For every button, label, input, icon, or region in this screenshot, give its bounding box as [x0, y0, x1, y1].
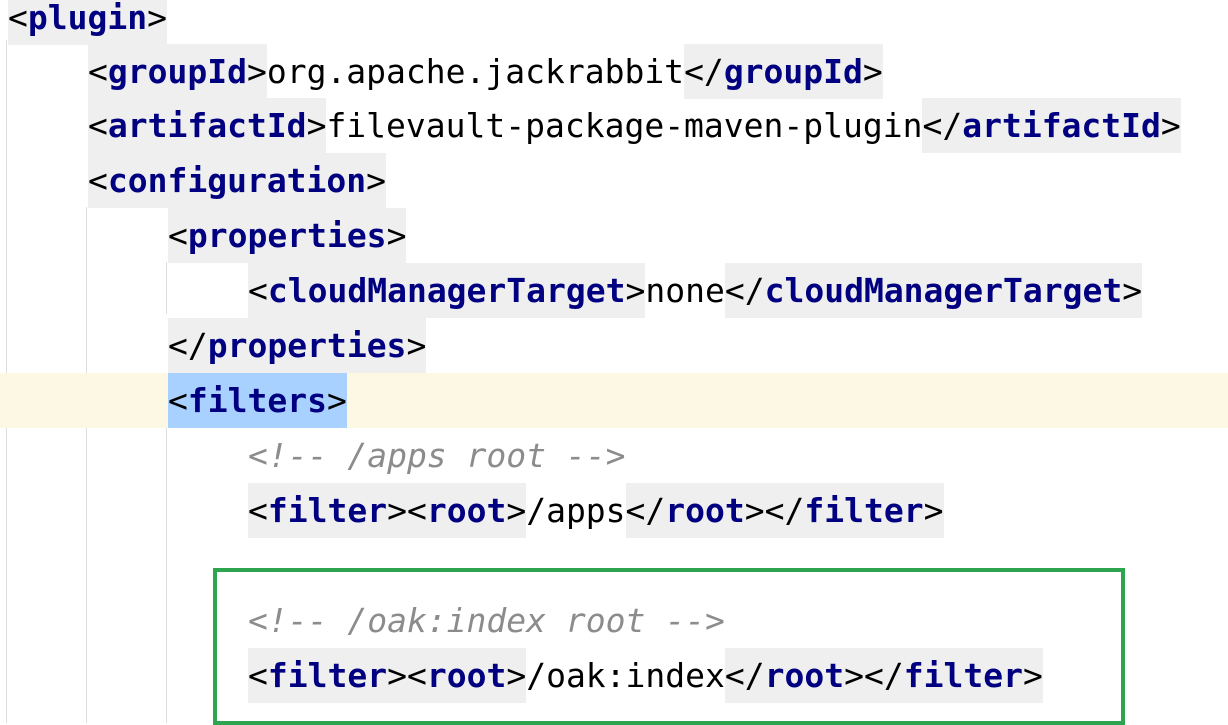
xml-comment: <!-- /apps root --> [248, 436, 626, 475]
annotation-highlight-box [213, 568, 1125, 725]
code-line[interactable]: <artifactId>filevault-package-maven-plug… [88, 98, 1181, 153]
code-line[interactable]: <plugin> [8, 0, 167, 45]
xml-tag-configuration: <configuration> [88, 153, 387, 208]
code-line[interactable]: <configuration> [88, 153, 387, 208]
xml-tag-filter-root: <filter><root> [248, 483, 527, 538]
xml-tag-filters[interactable]: <filters> [168, 373, 347, 428]
xml-tag-groupid: <groupId> [88, 44, 267, 99]
xml-text: org.apache.jackrabbit [266, 52, 685, 91]
xml-text: none [645, 271, 725, 310]
code-line[interactable]: <filters> [168, 373, 347, 428]
code-line[interactable]: <groupId>org.apache.jackrabbit</groupId> [88, 44, 883, 99]
xml-text: /apps [526, 491, 626, 530]
xml-end-tag-properties: </properties> [168, 318, 427, 373]
xml-end-tag-groupid: </groupId> [684, 44, 883, 99]
xml-tag-cloudmanagertarget: <cloudManagerTarget> [248, 263, 646, 318]
xml-end-tag-root-filter: </root></filter> [625, 483, 944, 538]
xml-end-tag-cloudmanagertarget: </cloudManagerTarget> [724, 263, 1143, 318]
indent-guide [86, 207, 87, 723]
xml-tag-artifactid: <artifactId> [88, 98, 327, 153]
code-line[interactable]: <cloudManagerTarget>none</cloudManagerTa… [248, 263, 1143, 318]
code-line[interactable]: </properties> [168, 318, 427, 373]
indent-guide [166, 427, 167, 723]
xml-end-tag-artifactid: </artifactId> [922, 98, 1181, 153]
code-line[interactable]: <!-- /apps root --> [248, 428, 626, 483]
xml-tag-plugin: <plugin> [8, 0, 167, 45]
xml-text: filevault-package-maven-plugin [326, 106, 923, 145]
code-line[interactable]: <properties> [168, 208, 407, 263]
xml-tag-properties: <properties> [168, 208, 407, 263]
indent-guide [166, 262, 167, 314]
code-line[interactable]: <filter><root>/apps</root></filter> [248, 483, 944, 538]
